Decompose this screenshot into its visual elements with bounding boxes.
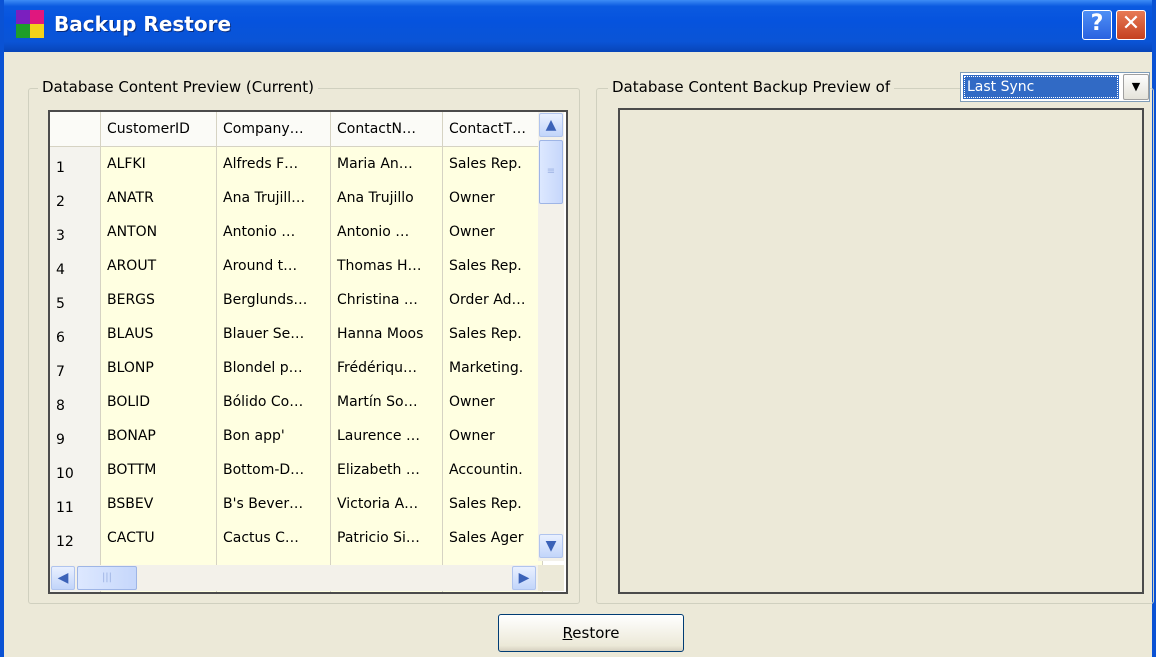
table-cell[interactable]: Patricio Si… (331, 521, 443, 556)
table-cell[interactable]: Antonio … (217, 215, 331, 250)
row-number[interactable]: 12 (50, 521, 101, 556)
table-cell[interactable]: ALFKI (101, 147, 217, 182)
table-cell[interactable]: BOTTM (101, 453, 217, 488)
row-number[interactable]: 6 (50, 317, 101, 352)
table-cell[interactable]: Sales Rep. (443, 487, 543, 522)
app-icon (16, 10, 44, 38)
table-cell[interactable]: ANTON (101, 215, 217, 250)
title-bar[interactable]: Backup Restore ? ✕ (4, 0, 1152, 52)
vertical-scroll-thumb[interactable]: ≡ (539, 140, 563, 204)
table-cell[interactable]: Bon app' (217, 419, 331, 454)
backup-preview-label: Database Content Backup Preview of (608, 78, 895, 96)
table-cell[interactable]: Owner (443, 181, 543, 216)
table-cell[interactable]: Hanna Moos (331, 317, 443, 352)
customer-grid[interactable]: CustomerID Company… ContactN… ContactT… … (48, 110, 568, 594)
table-cell[interactable]: Blondel p… (217, 351, 331, 386)
table-cell[interactable]: Accountin. (443, 453, 543, 488)
table-cell[interactable]: Blauer Se… (217, 317, 331, 352)
table-cell[interactable]: Martín So… (331, 385, 443, 420)
row-number[interactable]: 3 (50, 215, 101, 250)
table-cell[interactable]: BERGS (101, 283, 217, 318)
table-cell[interactable]: Sales Ager (443, 521, 543, 556)
current-preview-label: Database Content Preview (Current) (38, 78, 318, 96)
horizontal-scroll-thumb[interactable]: ||| (77, 566, 137, 590)
backup-restore-window: Backup Restore ? ✕ Database Content Prev… (0, 0, 1156, 657)
table-cell[interactable]: BONAP (101, 419, 217, 454)
column-header[interactable]: Company… (217, 112, 331, 147)
table-cell[interactable]: Elizabeth … (331, 453, 443, 488)
scroll-down-icon[interactable]: ▼ (539, 534, 563, 558)
row-number[interactable]: 5 (50, 283, 101, 318)
restore-button[interactable]: Restore (498, 614, 684, 652)
window-title: Backup Restore (54, 12, 232, 36)
table-cell[interactable]: Owner (443, 215, 543, 250)
scroll-up-icon[interactable]: ▲ (539, 113, 563, 137)
table-cell[interactable]: Bottom-D… (217, 453, 331, 488)
table-cell[interactable]: Alfreds F… (217, 147, 331, 182)
table-cell[interactable]: Berglunds… (217, 283, 331, 318)
row-number[interactable]: 10 (50, 453, 101, 488)
table-cell[interactable]: Ana Trujill… (217, 181, 331, 216)
row-number[interactable]: 4 (50, 249, 101, 284)
row-number[interactable]: 1 (50, 147, 101, 182)
table-cell[interactable]: Sales Rep. (443, 249, 543, 284)
restore-mnemonic: R (562, 624, 573, 642)
table-cell[interactable]: BLAUS (101, 317, 217, 352)
table-cell[interactable]: Frédériqu… (331, 351, 443, 386)
table-cell[interactable]: Owner (443, 385, 543, 420)
table-cell[interactable]: Sales Rep. (443, 147, 543, 182)
corner-header (50, 112, 101, 147)
table-cell[interactable]: Bólido Co… (217, 385, 331, 420)
backup-preview-area (618, 108, 1144, 594)
restore-label: estore (572, 624, 620, 642)
table-cell[interactable]: Marketing. (443, 351, 543, 386)
horizontal-scrollbar[interactable]: ◀ ||| ▶ (50, 565, 538, 591)
scrollbar-corner (538, 565, 564, 591)
table-cell[interactable]: BLONP (101, 351, 217, 386)
scroll-left-icon[interactable]: ◀ (51, 566, 75, 590)
table-cell[interactable]: AROUT (101, 249, 217, 284)
close-button[interactable]: ✕ (1116, 10, 1146, 40)
table-cell[interactable]: Cactus C… (217, 521, 331, 556)
column-header[interactable]: CustomerID (101, 112, 217, 147)
backup-source-combo[interactable]: Last Sync ▼ (960, 72, 1150, 102)
column-header[interactable]: ContactT… (443, 112, 543, 147)
row-number[interactable]: 2 (50, 181, 101, 216)
table-cell[interactable]: Maria An… (331, 147, 443, 182)
chevron-down-icon[interactable]: ▼ (1123, 74, 1149, 100)
row-number[interactable]: 8 (50, 385, 101, 420)
table-cell[interactable]: Antonio … (331, 215, 443, 250)
row-number[interactable]: 7 (50, 351, 101, 386)
table-cell[interactable]: Thomas H… (331, 249, 443, 284)
help-button[interactable]: ? (1082, 10, 1112, 40)
table-cell[interactable]: CACTU (101, 521, 217, 556)
row-number[interactable]: 11 (50, 487, 101, 522)
table-cell[interactable]: BOLID (101, 385, 217, 420)
table-cell[interactable]: Victoria A… (331, 487, 443, 522)
table-cell[interactable]: B's Bever… (217, 487, 331, 522)
table-cell[interactable]: Around t… (217, 249, 331, 284)
table-cell[interactable]: Ana Trujillo (331, 181, 443, 216)
table-cell[interactable]: Sales Rep. (443, 317, 543, 352)
table-cell[interactable]: BSBEV (101, 487, 217, 522)
table-cell[interactable]: Laurence … (331, 419, 443, 454)
table-cell[interactable]: Order Ad… (443, 283, 543, 318)
column-header[interactable]: ContactN… (331, 112, 443, 147)
table-cell[interactable]: Owner (443, 419, 543, 454)
combo-selected-value: Last Sync (963, 75, 1119, 99)
table-cell[interactable]: Christina … (331, 283, 443, 318)
row-number[interactable]: 9 (50, 419, 101, 454)
vertical-scrollbar[interactable]: ▲ ≡ ▼ (538, 112, 564, 561)
scroll-right-icon[interactable]: ▶ (512, 566, 536, 590)
table-cell[interactable]: ANATR (101, 181, 217, 216)
